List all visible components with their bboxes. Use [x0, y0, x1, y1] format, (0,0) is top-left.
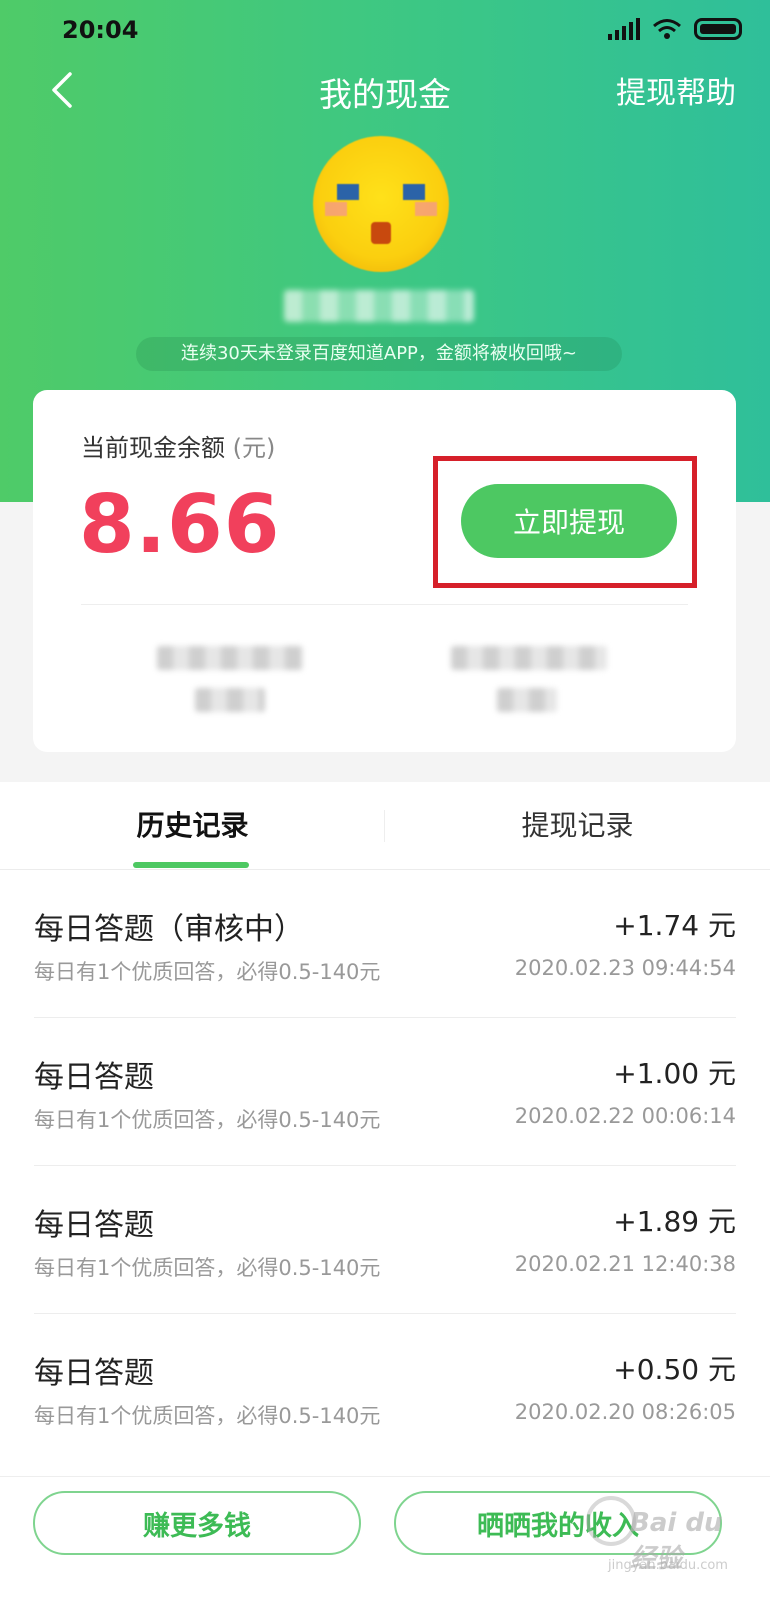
list-item[interactable]: 每日答题 +0.50 元 每日有1个优质回答，必得0.5-140元 2020.0…	[0, 1314, 770, 1462]
wifi-icon	[652, 18, 682, 40]
balance-label-text: 当前现金余额	[81, 434, 225, 462]
active-tab-indicator	[133, 862, 249, 868]
expiry-notice: 连续30天未登录百度知道APP，金额将被收回哦~	[136, 337, 622, 371]
username-blurred	[284, 290, 474, 322]
tab-withdrawals[interactable]: 提现记录	[385, 782, 770, 870]
card-divider	[81, 604, 688, 605]
balance-amount: 8.66	[79, 478, 281, 571]
item-title: 每日答题	[34, 1356, 154, 1391]
stat-blurred	[451, 646, 607, 670]
item-title: 每日答题	[34, 1060, 154, 1095]
stat-blurred	[497, 688, 557, 712]
stat-blurred	[157, 646, 303, 670]
balance-unit: (元)	[232, 434, 276, 462]
list-item[interactable]: 每日答题 +1.00 元 每日有1个优质回答，必得0.5-140元 2020.0…	[0, 1018, 770, 1166]
item-timestamp: 2020.02.23 09:44:54	[514, 956, 736, 980]
item-amount: +1.00 元	[613, 1057, 736, 1090]
item-amount: +1.74 元	[613, 909, 736, 942]
withdraw-now-button[interactable]: 立即提现	[461, 484, 677, 558]
list-item[interactable]: 每日答题（审核中） +1.74 元 每日有1个优质回答，必得0.5-140元 2…	[0, 870, 770, 1018]
status-icons	[608, 18, 742, 40]
item-description: 每日有1个优质回答，必得0.5-140元	[34, 1108, 381, 1132]
list-item[interactable]: 每日答题 +1.89 元 每日有1个优质回答，必得0.5-140元 2020.0…	[0, 1166, 770, 1314]
item-amount: +1.89 元	[613, 1205, 736, 1238]
nav-bar: 我的现金 提现帮助	[0, 62, 770, 122]
item-timestamp: 2020.02.22 00:06:14	[514, 1104, 736, 1128]
status-bar: 20:04	[0, 0, 770, 64]
item-timestamp: 2020.02.21 12:40:38	[514, 1252, 736, 1276]
item-description: 每日有1个优质回答，必得0.5-140元	[34, 960, 381, 984]
withdraw-help-link[interactable]: 提现帮助	[616, 68, 736, 112]
avatar	[313, 136, 449, 272]
balance-label: 当前现金余额 (元)	[81, 428, 275, 463]
item-title: 每日答题	[34, 1208, 154, 1243]
battery-icon	[694, 18, 742, 40]
status-time: 20:04	[62, 16, 139, 44]
tab-history[interactable]: 历史记录	[0, 782, 385, 870]
item-amount: +0.50 元	[613, 1353, 736, 1386]
watermark-sub: jingyan.baidu.com	[608, 1558, 728, 1573]
item-description: 每日有1个优质回答，必得0.5-140元	[34, 1256, 381, 1280]
record-tabs: 历史记录 提现记录	[0, 782, 770, 870]
stat-blurred	[195, 688, 265, 712]
signal-icon	[608, 18, 640, 40]
paw-icon	[586, 1496, 636, 1546]
history-list: 每日答题（审核中） +1.74 元 每日有1个优质回答，必得0.5-140元 2…	[0, 870, 770, 1490]
earn-more-button[interactable]: 赚更多钱	[33, 1491, 361, 1555]
item-timestamp: 2020.02.20 08:26:05	[514, 1400, 736, 1424]
baidu-jingyan-watermark: Bai du 经验 jingyan.baidu.com	[586, 1496, 736, 1588]
item-title: 每日答题（审核中）	[34, 912, 304, 947]
balance-card: 当前现金余额 (元) 8.66 立即提现	[33, 390, 736, 752]
item-description: 每日有1个优质回答，必得0.5-140元	[34, 1404, 381, 1428]
